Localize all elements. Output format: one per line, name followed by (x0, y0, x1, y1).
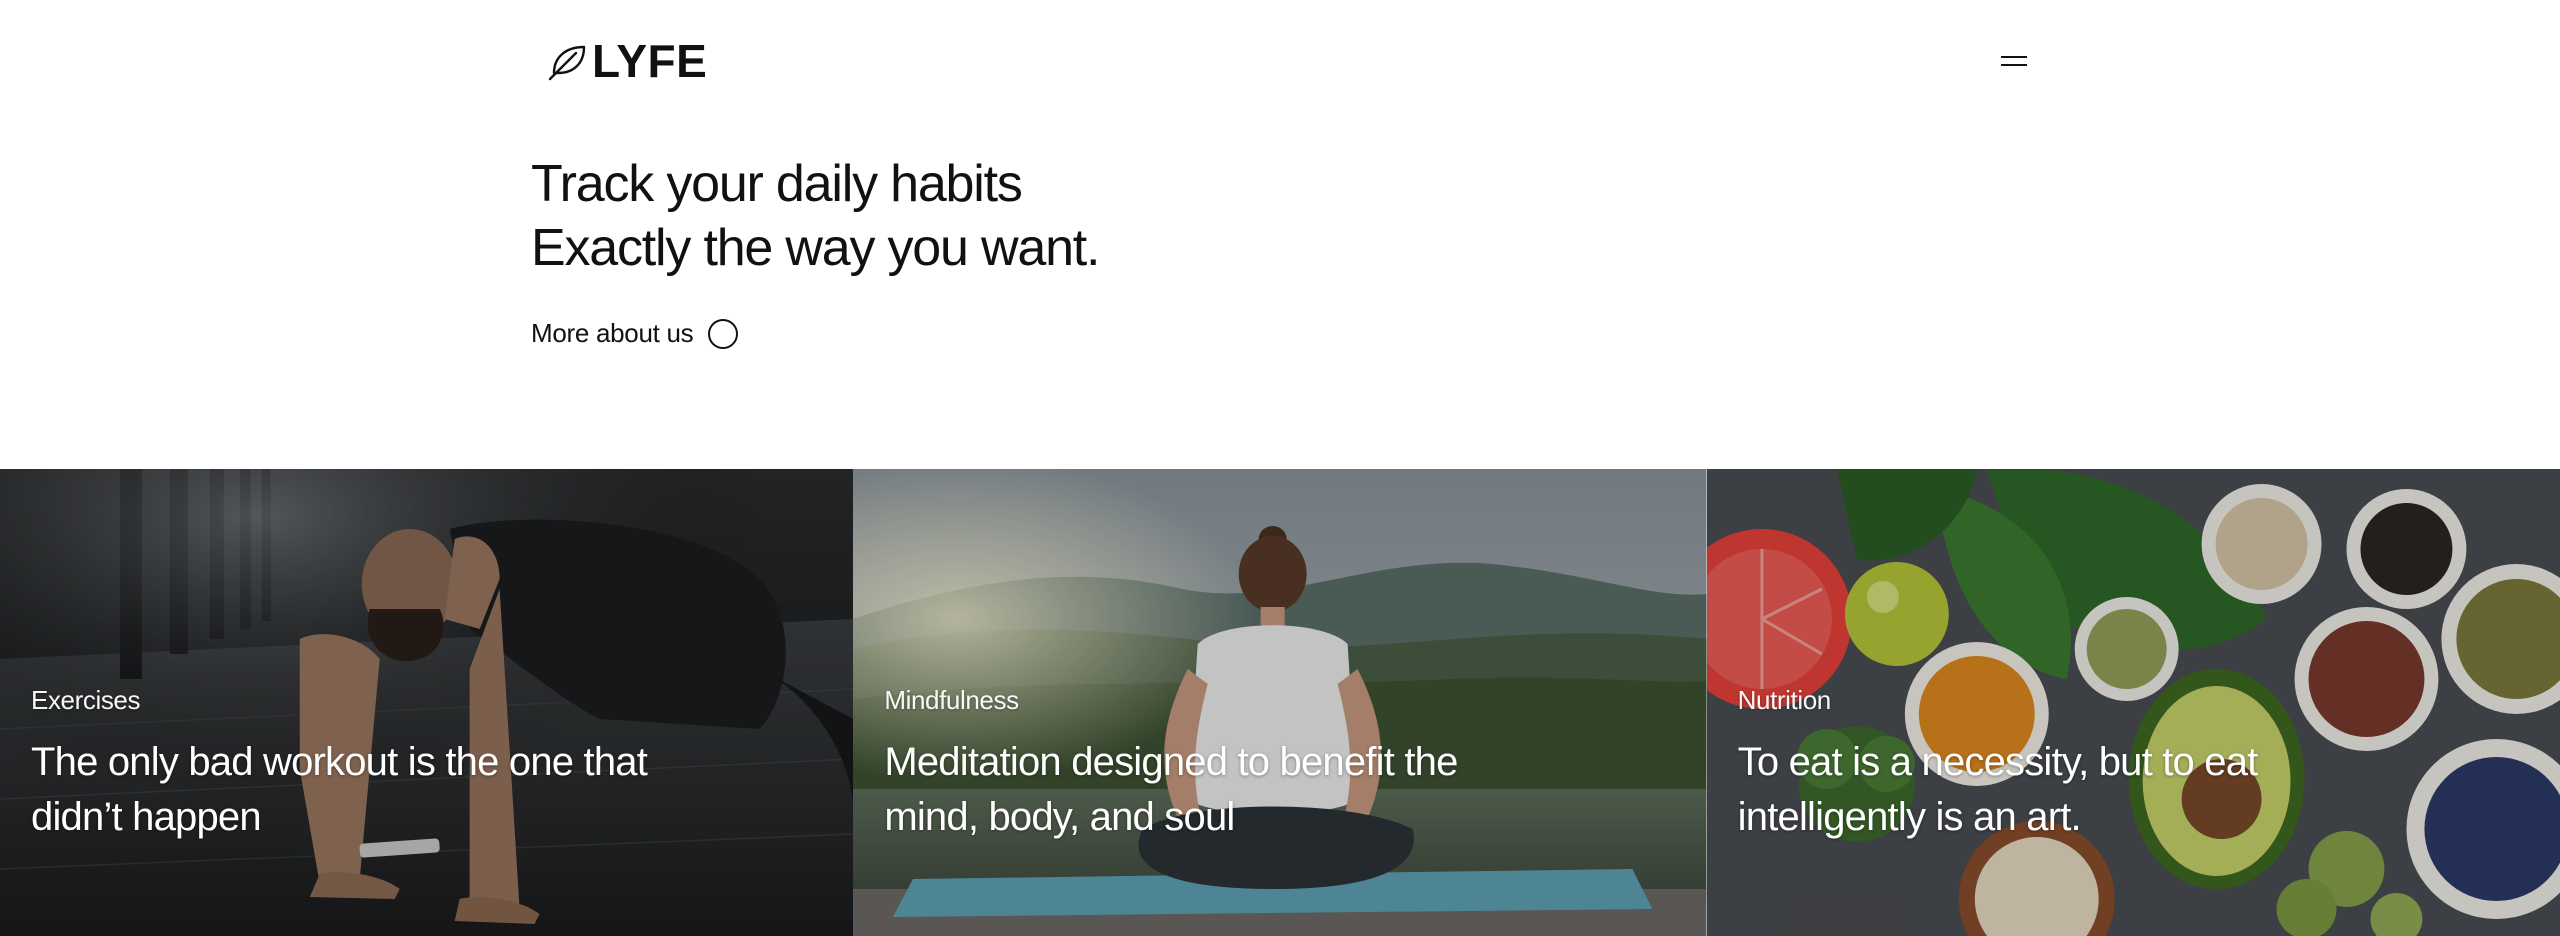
card-title: The only bad workout is the one that did… (31, 740, 648, 839)
card-text-mindfulness: Mindfulness Meditation designed to benef… (884, 687, 1586, 845)
card-category: Mindfulness (884, 685, 1019, 715)
card-text-nutrition: Nutrition To eat is a necessity, but to … (1738, 687, 2440, 845)
card-category: Nutrition (1737, 685, 1832, 715)
category-cards: Exercises The only bad workout is the on… (0, 469, 2560, 936)
leaf-icon (546, 39, 590, 83)
card-text-exercises: Exercises The only bad workout is the on… (31, 687, 733, 845)
hamburger-menu-icon[interactable] (1997, 50, 2031, 72)
card-nutrition[interactable]: Nutrition To eat is a necessity, but to … (1706, 469, 2560, 936)
circle-icon (708, 318, 739, 349)
logo-link[interactable]: LYFE (546, 36, 707, 86)
card-category: Exercises (31, 685, 141, 715)
hero-section: Track your daily habits Exactly the way … (531, 152, 1931, 349)
more-about-us-link[interactable]: More about us (531, 318, 739, 349)
hero-title: Track your daily habits Exactly the way … (531, 152, 1931, 280)
site-header: LYFE (0, 0, 2560, 124)
more-about-us-label: More about us (531, 318, 694, 348)
card-title: To eat is a necessity, but to eat intell… (1737, 740, 2259, 839)
hero-title-line-2: Exactly the way you want. (531, 219, 1100, 277)
card-mindfulness[interactable]: Mindfulness Meditation designed to benef… (853, 469, 1707, 936)
card-exercises[interactable]: Exercises The only bad workout is the on… (0, 469, 854, 936)
card-title: Meditation designed to benefit the mind,… (884, 740, 1458, 839)
hero-title-line-1: Track your daily habits (531, 155, 1023, 213)
logo-text: LYFE (592, 35, 708, 87)
